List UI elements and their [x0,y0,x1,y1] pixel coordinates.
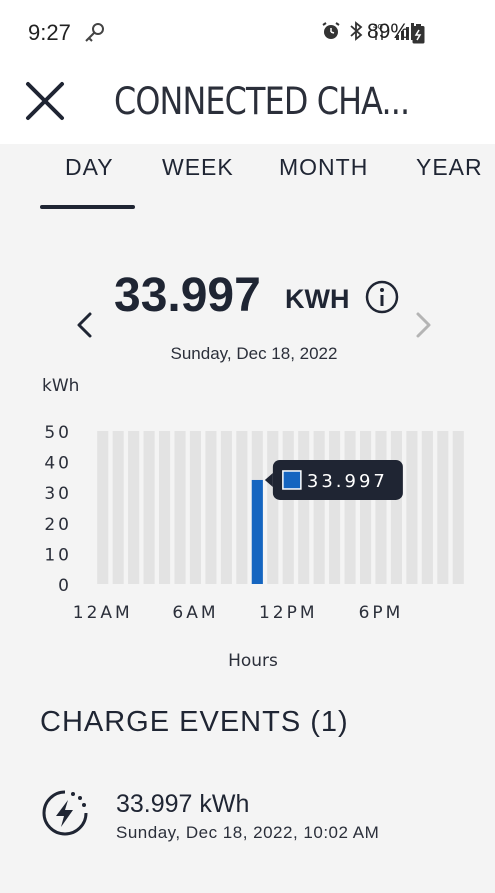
chart-bar-track[interactable] [421,431,433,584]
tab-week[interactable]: WEEK [162,154,234,181]
x-tick-label: 12AM [73,603,133,623]
chart-bar[interactable] [251,479,263,584]
close-icon[interactable] [24,80,66,122]
app-header: CONNECTED CHA... [0,66,495,144]
chevron-left-icon[interactable] [72,310,98,340]
period-tabs: DAY WEEK MONTH YEAR [0,144,495,214]
charge-events-title: CHARGE EVENTS (1) [40,706,349,738]
battery-icon [412,24,425,44]
chart-bar-track[interactable] [220,431,232,584]
chart-bar-track[interactable] [406,431,418,584]
tooltip-swatch [282,470,302,490]
x-axis-ticks: 12AM 6AM 12PM 6PM [73,603,404,623]
chart-y-axis-label: kWh [42,376,79,396]
status-time: 9:27 [28,20,71,45]
chart-bar-track[interactable] [143,431,155,584]
chart-bar-track[interactable] [158,431,171,584]
y-tick-label: 50 [44,423,72,443]
chevron-right-icon[interactable] [410,310,436,340]
x-tick-label: 12PM [259,603,318,623]
alarm-icon [322,22,340,39]
chart-bar-track[interactable] [128,431,140,584]
tab-year[interactable]: YEAR [416,154,483,181]
y-tick-label: 10 [44,545,72,565]
y-tick-label: 40 [44,454,72,474]
chart-bar-track[interactable] [390,431,403,584]
y-axis-ticks: 50 40 30 20 10 0 [44,423,72,596]
tab-month[interactable]: MONTH [279,154,368,181]
chart-bar-track[interactable] [236,431,248,584]
charge-event-time: Sunday, Dec 18, 2022, 10:02 AM [116,823,380,842]
chart-bar-track[interactable] [452,431,464,584]
chart-bar-track[interactable] [437,431,449,584]
chart-bar-track[interactable] [359,431,372,584]
chart-x-axis-label: Hours [228,651,278,671]
selected-date: Sunday, Dec 18, 2022 [170,344,338,363]
battery-percentage: 89% [366,20,409,43]
y-tick-label: 30 [44,484,72,504]
chart-bar-track[interactable] [97,431,109,584]
chart-bar-track[interactable] [375,431,387,584]
charge-bolt-icon [42,790,88,836]
chart-bar-track[interactable] [329,431,341,584]
chart-bar-track[interactable] [189,431,202,584]
bluetooth-icon [350,21,363,41]
page-title: CONNECTED CHA... [114,80,410,123]
chart-bar-track[interactable] [282,431,294,584]
chart-bar-track[interactable] [205,431,217,584]
status-bar: 9:27 4G 89% [0,0,495,66]
total-energy-unit: KWH [285,284,350,314]
chart-tooltip: 33.997 [264,459,403,500]
energy-bar-chart: kWh 50 40 30 20 10 0 12AM 6AM 12PM 6PM 33.997 Ho… [42,376,464,671]
chart-bar-track[interactable] [313,431,325,584]
tooltip-value: 33.997 [307,471,388,492]
total-energy-value: 33.997 [114,269,261,322]
chart-bar-track[interactable] [267,431,279,584]
chart-bar-track[interactable] [112,431,124,584]
tab-day[interactable]: DAY [65,154,114,181]
chart-bar-track[interactable] [344,431,356,584]
chart-bar-track[interactable] [174,431,186,584]
y-tick-label: 20 [44,515,72,535]
charge-event-item[interactable]: 33.997 kWh Sunday, Dec 18, 2022, 10:02 A… [0,780,495,850]
y-tick-label: 0 [58,576,72,596]
chart-bar-track[interactable] [298,431,310,584]
selected-tab-indicator [40,205,135,209]
chart-bars [97,431,464,584]
charge-event-energy: 33.997 kWh [116,790,250,818]
info-icon[interactable] [365,280,399,314]
x-tick-label: 6PM [359,603,404,623]
wrench-key-icon [85,23,104,42]
x-tick-label: 6AM [172,603,218,623]
